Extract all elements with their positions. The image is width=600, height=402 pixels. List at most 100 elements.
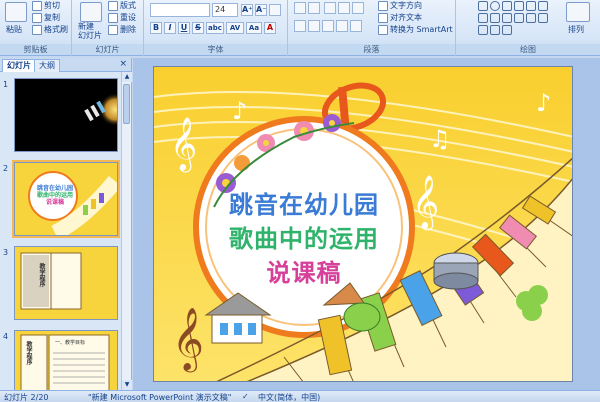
status-bar: 幻灯片 2/20 "新建 Microsoft PowerPoint 演示文稿" … [0,390,600,402]
drawing-group: 排列 绘图 [456,0,600,56]
shape-callout-icon[interactable] [490,13,500,23]
shape-more-icon[interactable] [538,13,548,23]
slide-thumbnail-3[interactable]: 教学程序 [14,246,118,320]
char-spacing-button[interactable]: AV [226,22,244,34]
slide-title-line-3[interactable]: 说课稿 [214,253,394,288]
current-slide[interactable]: 𝄞 𝄞 𝄞 ♪ ♫ ♪ 跳音在幼儿园 歌曲中的运用 说课稿 [153,66,573,382]
font-color-button[interactable]: A [264,22,276,34]
shadow-button[interactable]: abc [206,22,224,34]
language-indicator[interactable]: 中文(简体，中国) [258,392,320,402]
tab-slides[interactable]: 幻灯片 [2,59,36,72]
ribbon: 粘贴 剪切 复制 格式刷 剪贴板 新建 幻灯片 版式 重设 删除 幻灯片 24 … [0,0,600,56]
shrink-font-button[interactable]: A⁻ [255,4,267,16]
layout-label: 版式 [120,1,136,10]
reset-icon [108,12,118,23]
spellcheck-icon[interactable]: ✓ [242,392,249,401]
align-center-icon[interactable] [308,20,320,32]
shape-star-icon[interactable] [502,13,512,23]
pane-scrollbar[interactable]: ▲ ▼ [121,72,132,390]
change-case-button[interactable]: Aa [246,22,262,34]
thumb-2-title-line-1: 跳音在幼儿园 [36,185,73,192]
shape-flowchart-icon[interactable] [502,25,512,35]
arrange-button[interactable]: 排列 [568,24,584,35]
shape-cloud-icon[interactable] [490,25,500,35]
paste-button[interactable]: 粘贴 [6,24,22,35]
shape-heart-icon[interactable] [478,25,488,35]
cut-button[interactable]: 剪切 [32,0,60,11]
clipboard-group-label: 剪贴板 [0,44,71,55]
columns-icon[interactable] [350,20,362,32]
scroll-thumb[interactable] [123,84,130,124]
delete-icon [108,24,118,35]
shape-line-icon[interactable] [502,1,512,11]
tab-outline[interactable]: 大纲 [34,59,60,72]
slides-group: 新建 幻灯片 版式 重设 删除 幻灯片 [72,0,144,56]
slide-thumbnail-2[interactable]: 跳音在幼儿园 歌曲中的运用 说课稿 [12,160,120,238]
delete-button[interactable]: 删除 [108,24,136,35]
new-slide-button[interactable]: 新建 幻灯片 [78,22,102,40]
copy-icon [32,12,42,23]
bullets-icon[interactable] [294,2,306,14]
cut-label: 剪切 [44,1,60,10]
shape-bracket-icon[interactable] [526,13,536,23]
svg-text:♪: ♪ [536,89,551,117]
text-direction-button[interactable]: 文字方向 [378,0,422,11]
paragraph-group: 文字方向 对齐文本 转换为 SmartArt 段落 [288,0,456,56]
layout-button[interactable]: 版式 [108,0,136,11]
text-direction-label: 文字方向 [390,1,422,10]
slide-title-line-2[interactable]: 歌曲中的运用 [214,219,394,254]
reset-button[interactable]: 重设 [108,12,136,23]
shape-brace-icon[interactable] [514,13,524,23]
convert-smartart-button[interactable]: 转换为 SmartArt [378,24,453,35]
shape-arrow-icon[interactable] [514,1,524,11]
arrange-icon[interactable] [566,2,590,22]
brush-icon [32,24,42,35]
font-group: 24 A⁺ A⁻ B I U S abc AV Aa A 字体 [144,0,288,56]
thumb-4-left-text: 教学程序 [25,341,32,365]
align-text-button[interactable]: 对齐文本 [378,12,422,23]
numbering-icon[interactable] [308,2,320,14]
bold-button[interactable]: B [150,22,162,34]
scroll-down-icon[interactable]: ▼ [122,380,132,390]
thumb-3-book-text: 教学程序 [38,263,45,287]
shape-elbow-icon[interactable] [526,1,536,11]
thumb-2-title-line-3: 说课稿 [45,199,64,206]
shape-oval-icon[interactable] [490,1,500,11]
svg-text:♫: ♫ [429,125,451,153]
svg-text:𝄞: 𝄞 [172,307,204,373]
paste-icon[interactable] [5,2,27,22]
align-left-icon[interactable] [294,20,306,32]
increase-indent-icon[interactable] [338,2,350,14]
align-text-label: 对齐文本 [390,13,422,22]
grow-font-button[interactable]: A⁺ [241,4,253,16]
format-painter-button[interactable]: 格式刷 [32,24,68,35]
close-pane-icon[interactable]: × [119,59,127,69]
smartart-icon [378,24,388,35]
shape-triangle-icon[interactable] [478,13,488,23]
strikethrough-button[interactable]: S [192,22,204,34]
slide-title-line-1[interactable]: 跳音在幼儿园 [214,185,394,220]
justify-icon[interactable] [336,20,348,32]
slides-pane: 幻灯片 大纲 × 1 2 跳音在幼儿园 歌曲中的运用 说课稿 3 教学程序 4 … [0,58,132,402]
font-group-label: 字体 [144,44,287,55]
line-spacing-icon[interactable] [352,2,364,14]
svg-text:𝄞: 𝄞 [170,116,197,172]
underline-button[interactable]: U [178,22,190,34]
new-slide-icon[interactable] [80,2,102,22]
svg-text:𝄞: 𝄞 [412,174,439,230]
italic-button[interactable]: I [164,22,176,34]
decrease-indent-icon[interactable] [324,2,336,14]
align-right-icon[interactable] [322,20,334,32]
delete-label: 删除 [120,25,136,34]
slide-number-1: 1 [3,80,9,89]
slide-thumbnail-1[interactable] [14,78,118,152]
copy-label: 复制 [44,13,60,22]
shape-curve-icon[interactable] [538,1,548,11]
font-name-combo[interactable] [150,3,210,17]
copy-button[interactable]: 复制 [32,12,60,23]
clear-format-icon[interactable] [269,4,281,16]
shape-rectangle-icon[interactable] [478,1,488,11]
font-size-combo[interactable]: 24 [212,3,238,17]
reset-label: 重设 [120,13,136,22]
scroll-up-icon[interactable]: ▲ [122,72,132,82]
